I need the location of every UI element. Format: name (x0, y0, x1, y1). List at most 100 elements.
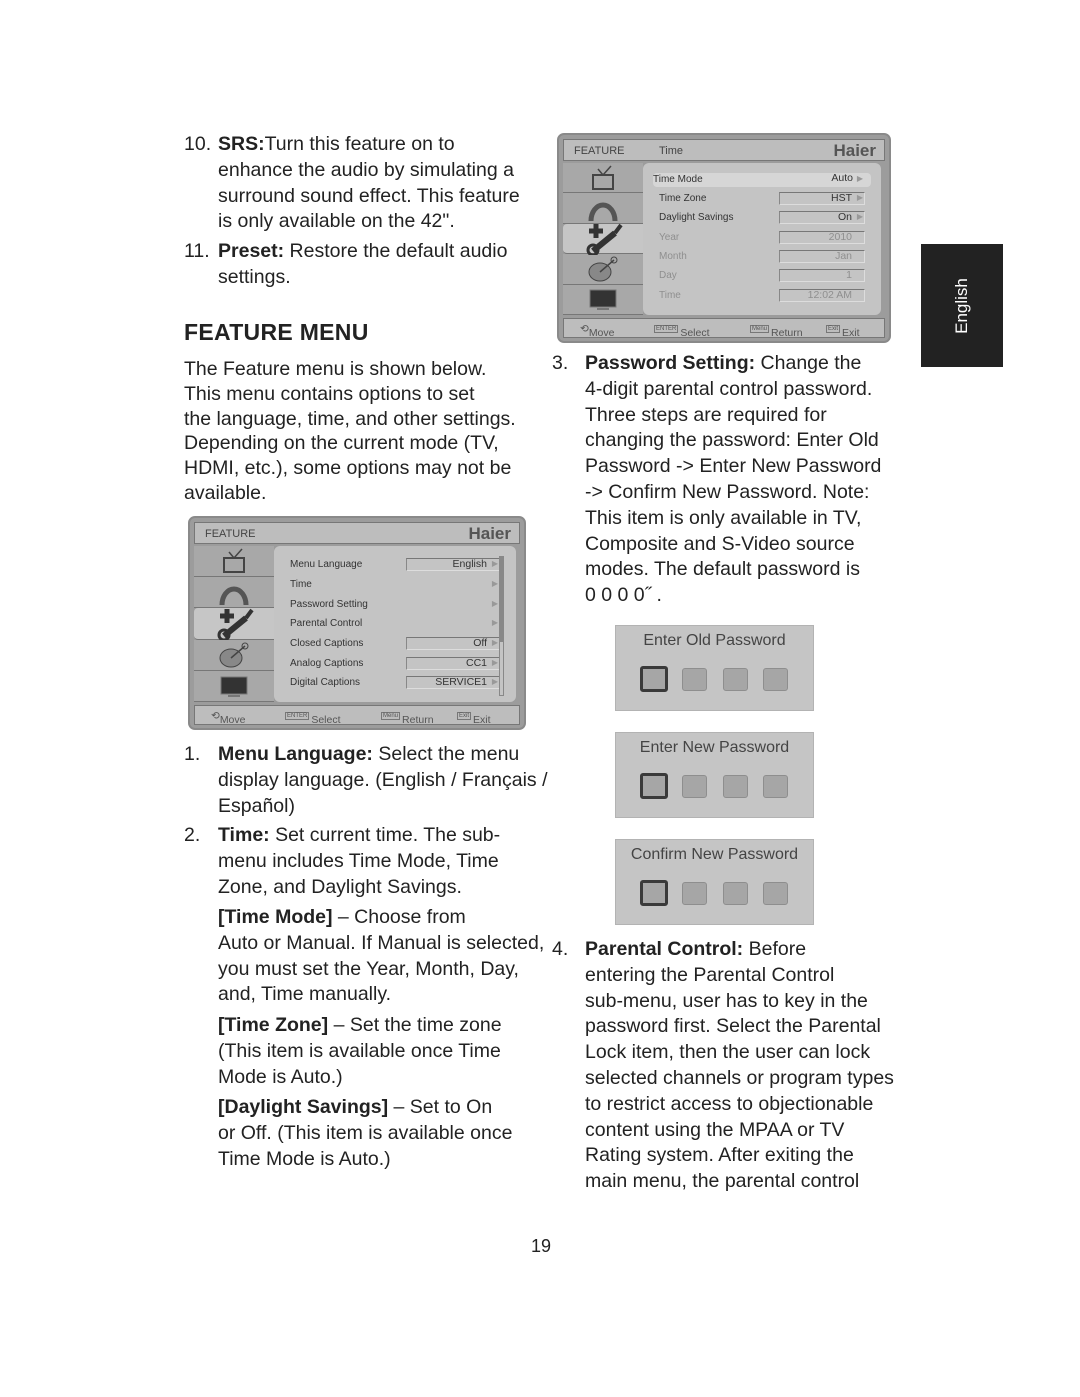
bold-term: [Time Zone] (218, 1014, 329, 1036)
satellite-dish-icon[interactable] (563, 254, 643, 285)
text-line: Español) (218, 794, 548, 820)
line-text: surround sound effect. This feature (218, 184, 520, 207)
key-badge: ENTER (285, 712, 310, 720)
password-dialog-title: Enter Old Password (643, 632, 786, 649)
arrow-right-icon: ▶ (491, 559, 498, 568)
arrow-right-icon: ▶ (491, 579, 498, 588)
text-line: available. (184, 481, 267, 504)
line-text: Turn this feature on to (264, 133, 455, 155)
menu-header: FEATURE Time Haier (563, 139, 885, 161)
password-digit-box[interactable] (682, 775, 707, 798)
line-text: is only available on the 42". (218, 210, 455, 233)
menu-row-value: English (406, 558, 500, 571)
menu-row[interactable]: Password Setting ▶ (290, 598, 506, 612)
password-digit-box[interactable] (763, 882, 788, 905)
wrench-icon[interactable] (563, 223, 647, 256)
line-text: Zone, and Daylight Savings. (218, 875, 462, 898)
line-text: or Off. (This item is available once (218, 1121, 513, 1144)
arrow-right-icon: ▶ (491, 677, 498, 686)
arrow-right-icon: ▶ (856, 193, 863, 202)
footer-label: Select (311, 714, 341, 726)
menu-row-label: Time Mode (653, 174, 703, 185)
time-menu-screenshot: FEATURE Time Haier Time Mode Auto ▶ Time Zone H… (557, 133, 891, 343)
arrow-right-icon: ▶ (491, 638, 498, 647)
scrollbar[interactable] (499, 556, 504, 696)
text-line: and, Time manually. (218, 982, 544, 1008)
menu-row[interactable]: Menu Language English ▶ (290, 558, 506, 572)
menu-row[interactable]: Time Mode Auto ▶ (653, 173, 871, 187)
line-text: Three steps are required for (585, 403, 827, 426)
menu-row[interactable]: Digital Captions SERVICE1 ▶ (290, 676, 506, 690)
line-text: Español) (218, 794, 295, 817)
menu-row[interactable]: Daylight Savings On ▶ (659, 211, 871, 225)
password-digit-box[interactable] (763, 775, 788, 798)
text-line: display language. (English / Français / (218, 768, 548, 794)
arrow-right-icon: ▶ (856, 174, 863, 183)
password-digit-box[interactable] (763, 668, 788, 691)
menu-row-value: HST (779, 192, 865, 205)
text-line: sub-menu, user has to key in the (585, 989, 894, 1015)
line-text: selected channels or program types (585, 1066, 894, 1089)
tv-antenna-icon[interactable] (194, 546, 274, 578)
haier-logo: Haier (468, 524, 511, 543)
screen-icon[interactable] (194, 670, 274, 702)
text-line: Zone, and Daylight Savings. (218, 875, 500, 901)
text-line: selected channels or program types (585, 1066, 894, 1092)
bold-term: Time: (218, 824, 270, 846)
sub-item-time-zone: [Time Zone] – Set the time zone (This ite… (218, 1013, 502, 1090)
password-digit-box[interactable] (723, 775, 748, 798)
line-text: – Set to On (388, 1096, 493, 1118)
text-line: Mode is Auto.) (218, 1065, 502, 1091)
text-line: Password -> Enter New Password (585, 454, 881, 480)
line-text: 0 0 0 0˝ . (585, 584, 662, 607)
line-text: (This item is available once Time (218, 1039, 501, 1062)
satellite-dish-icon[interactable] (194, 639, 274, 671)
password-digit-box[interactable] (640, 666, 668, 692)
footer-hint: Menu Return (381, 710, 434, 726)
move-arrows-icon: ⟲ (580, 323, 589, 335)
menu-row-label: Menu Language (290, 559, 363, 570)
menu-row-label: Year (659, 232, 680, 243)
key-badge: Exit (826, 325, 841, 333)
menu-icon-column (194, 546, 278, 702)
menu-row-value: 2010 (779, 231, 865, 244)
footer-label: Exit (842, 327, 860, 339)
password-digit-box[interactable] (723, 668, 748, 691)
wrench-icon[interactable] (194, 608, 278, 641)
text-line: Lock item, then the user can lock (585, 1040, 894, 1066)
menu-row[interactable]: Time ▶ (290, 578, 506, 592)
menu-row-value: Jan (779, 250, 865, 263)
footer-label: Return (771, 327, 803, 339)
line-text: Before (743, 938, 807, 960)
text-line: Menu Language: Select the menu (218, 742, 548, 768)
password-digit-box[interactable] (640, 880, 668, 906)
menu-row[interactable]: Parental Control ▶ (290, 617, 506, 631)
sound-arc-icon[interactable] (563, 193, 643, 224)
arrow-right-icon: ▶ (491, 599, 498, 608)
menu-row: Time 12:02 AM (659, 289, 871, 303)
menu-row[interactable]: Closed Captions Off ▶ (290, 637, 506, 651)
screen-icon[interactable] (563, 284, 643, 315)
tv-antenna-icon[interactable] (563, 163, 643, 194)
password-digit-box[interactable] (723, 882, 748, 905)
menu-row[interactable]: Time Zone HST ▶ (659, 192, 871, 206)
footer-label: Move (219, 714, 246, 726)
menu-footer: ⟲ Move ENTER Select Menu Return Exit Exit (194, 705, 520, 726)
menu-subtitle: Time (659, 145, 684, 157)
password-digit-box[interactable] (640, 773, 668, 799)
password-digit-box[interactable] (682, 668, 707, 691)
menu-row-value: Auto (831, 172, 853, 184)
line-text: sub-menu, user has to key in the (585, 989, 868, 1012)
item-number: 4. (552, 938, 569, 960)
sound-arc-icon[interactable] (194, 577, 274, 609)
item-preset: 11. Preset: Restore the default audio sett… (184, 239, 507, 291)
scrollbar-thumb (500, 557, 503, 642)
text-line: settings. (218, 265, 507, 291)
text-line: [Daylight Savings] – Set to On (218, 1095, 512, 1121)
sub-item-daylight-savings: [Daylight Savings] – Set to On or Off. (T… (218, 1095, 512, 1172)
text-line: This item is only available in TV, (585, 506, 881, 532)
password-digit-box[interactable] (682, 882, 707, 905)
menu-row-value: 1 (779, 269, 865, 282)
text-line: Password Setting: Change the (585, 351, 881, 377)
menu-row[interactable]: Analog Captions CC1 ▶ (290, 657, 506, 671)
